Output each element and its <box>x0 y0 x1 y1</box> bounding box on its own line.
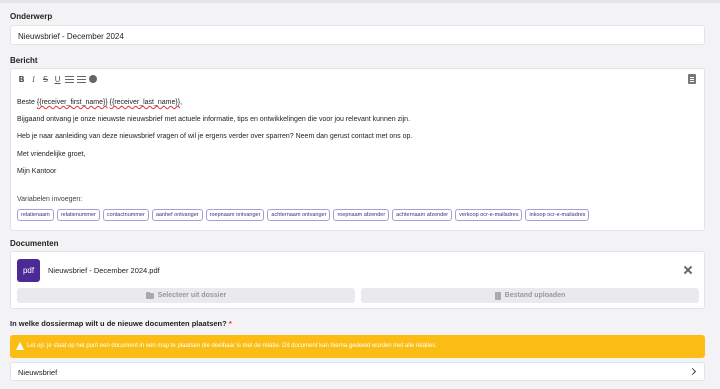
required-mark: * <box>228 319 232 328</box>
folder-select-value: Nieuwsbrief <box>18 368 58 377</box>
italic-button[interactable]: I <box>29 75 38 84</box>
var-last-name: {{receiver_last_name}} <box>109 99 181 106</box>
select-from-dossier-button[interactable]: Selecteer uit dossier <box>17 288 355 303</box>
variable-chip[interactable]: roepnaam afzender <box>333 209 390 221</box>
subject-value: Nieuwsbrief - December 2024 <box>18 32 124 41</box>
upload-file-button[interactable]: Bestand uploaden <box>361 288 699 303</box>
emoji-icon[interactable] <box>89 75 97 83</box>
template-icon[interactable] <box>688 74 696 84</box>
body-line-3: Met vriendelijke groet, <box>17 151 86 158</box>
numbered-list-icon[interactable] <box>77 75 86 83</box>
variable-chip[interactable]: contactnummer <box>102 209 149 221</box>
chevron-right-icon <box>688 367 697 376</box>
message-editor[interactable]: B I S U Beste {{receiver_first_name}} {{… <box>10 68 705 231</box>
body-line-2: Heb je naar aanleiding van deze nieuwsbr… <box>17 133 413 140</box>
message-label: Bericht <box>10 56 38 65</box>
variable-chip[interactable]: relatienaam <box>17 209 54 221</box>
warning-icon <box>16 342 24 350</box>
folder-question: In welke dossiermap wilt u de nieuwe doc… <box>10 319 232 328</box>
body-line-1: Bijgaand ontvang je onze nieuwste nieuws… <box>17 116 411 123</box>
body-line-4: Mijn Kantoor <box>17 168 57 175</box>
variable-chip[interactable]: achternaam afzender <box>392 209 453 221</box>
variables-list: relatienaam relatienummer contactnummer … <box>17 209 590 221</box>
editor-toolbar: B I S U <box>17 74 97 84</box>
variable-chip[interactable]: verkoop ocr-e-mailadres <box>455 209 523 221</box>
document-filename: Nieuwsbrief - December 2024.pdf <box>48 266 160 275</box>
variable-chip[interactable]: aanhef ontvanger <box>151 209 203 221</box>
variable-chip[interactable]: roepnaam ontvanger <box>205 209 265 221</box>
bullet-list-icon[interactable] <box>65 75 74 83</box>
bold-button[interactable]: B <box>17 75 26 84</box>
file-icon <box>494 291 501 300</box>
documents-label: Documenten <box>10 239 59 248</box>
warning-text: Let op: je staat op het punt een documen… <box>27 343 437 349</box>
pdf-file-icon: pdf <box>17 259 40 282</box>
warning-banner: Let op: je staat op het punt een documen… <box>10 335 705 358</box>
subject-input[interactable]: Nieuwsbrief - December 2024 <box>10 25 705 45</box>
variable-chip[interactable]: relatienummer <box>56 209 100 221</box>
folder-icon <box>145 291 154 299</box>
variables-label: Variabelen invoegen: <box>17 196 83 203</box>
folder-select[interactable]: Nieuwsbrief <box>10 362 705 381</box>
variable-chip[interactable]: inkoop ocr-e-mailadres <box>525 209 590 221</box>
underline-button[interactable]: U <box>53 75 62 84</box>
subject-label: Onderwerp <box>10 12 53 21</box>
variable-chip[interactable]: achternaam ontvanger <box>267 209 331 221</box>
document-card: pdf Nieuwsbrief - December 2024.pdf Sele… <box>10 251 705 309</box>
var-first-name: {{receiver_first_name}} <box>36 99 108 106</box>
strikethrough-button[interactable]: S <box>41 75 50 84</box>
remove-document-close-icon[interactable] <box>682 264 694 276</box>
body-greeting: Beste {{receiver_first_name}} {{receiver… <box>17 99 183 106</box>
top-divider <box>0 0 720 3</box>
